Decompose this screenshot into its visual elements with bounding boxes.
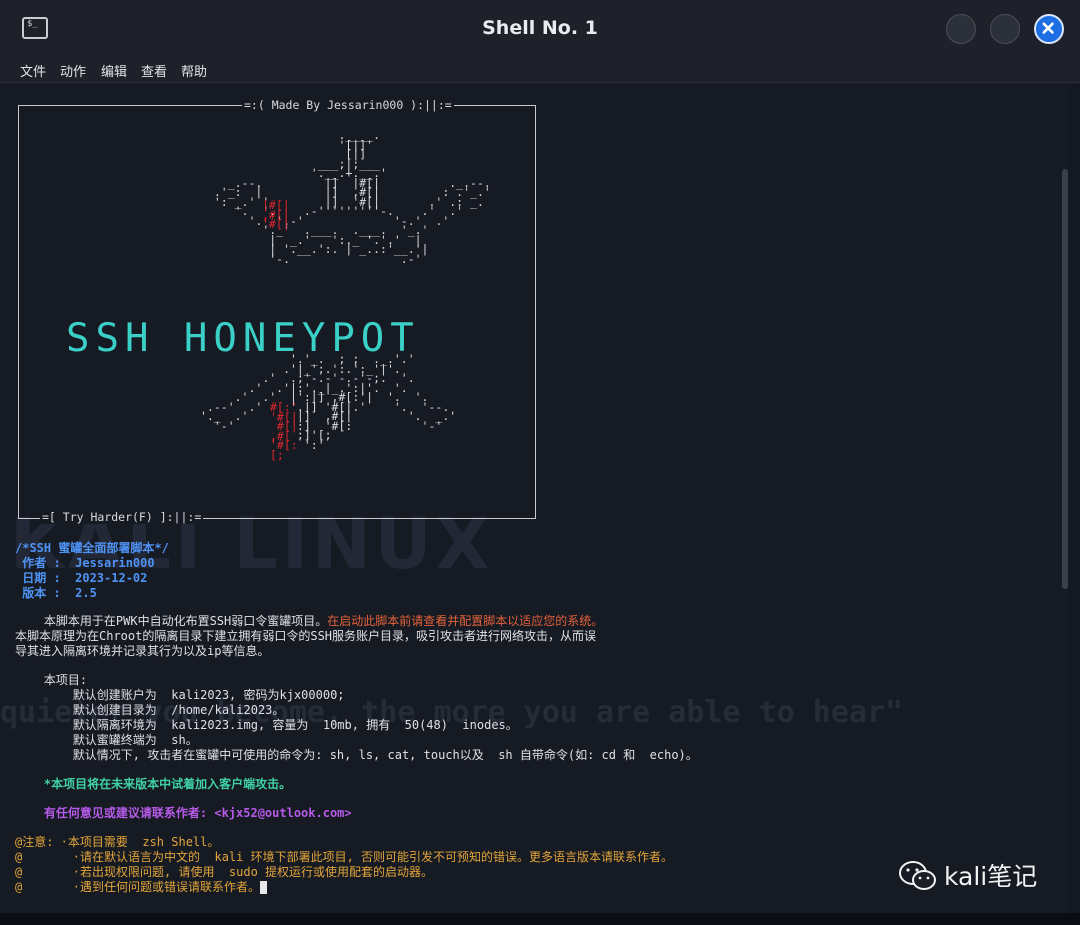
close-button[interactable] (1034, 14, 1064, 44)
project-item: 默认创建账户为 kali2023, 密码为kjx00000; (15, 688, 345, 702)
note-line: @ ·若出现权限问题, 请使用 sudo 提权运行或使用配套的启动器。 (15, 865, 434, 879)
desc-line-3: 导其进入隔离环境并记录其行为以及ip等信息。 (15, 644, 270, 658)
terminal-window: $_ Shell No. 1 文件 动作 编辑 查看 帮助 KALI LINUX… (0, 0, 1080, 925)
menu-edit[interactable]: 编辑 (101, 61, 127, 80)
date-line: 日期 : 2023-12-02 (15, 571, 148, 585)
watermark-text: kali笔记 (944, 862, 1038, 891)
window-title: Shell No. 1 (482, 17, 598, 39)
project-item: 默认情况下, 攻击者在蜜罐中可使用的命令为: sh, ls, cat, touc… (15, 748, 698, 762)
script-comment: /*SSH 蜜罐全面部署脚本*/ (15, 541, 169, 555)
maximize-button[interactable] (990, 14, 1020, 44)
contact-line: 有任何意见或建议请联系作者: <kjx52@outlook.com> (15, 806, 352, 820)
window-bottom-edge (0, 913, 1080, 925)
ascii-red-detail-2: #[:' '#[| #[| ,#[ '#[: [; (270, 400, 298, 462)
text-cursor (260, 881, 268, 894)
close-icon (1042, 22, 1054, 34)
terminal-output[interactable]: KALI LINUX quieter you become, the more … (0, 83, 1068, 913)
author-line: 作者 : Jessarin000 (15, 556, 155, 570)
project-item: 默认创建目录为 /home/kali2023。 (15, 703, 285, 717)
desc-line-2: 本脚本原理为在Chroot的隔离目录下建立拥有弱口令的SSH服务账户目录，吸引攻… (15, 629, 597, 643)
minimize-button[interactable] (946, 14, 976, 44)
project-item: 默认隔离环境为 kali2023.img, 容量为 10mb, 拥有 50(48… (15, 718, 518, 732)
note-line-last: @ ·遇到任何问题或错误请联系作者。 (15, 880, 268, 895)
menu-help[interactable]: 帮助 (181, 61, 207, 80)
title-bar: $_ Shell No. 1 (0, 0, 1080, 56)
desc-warning: 在启动此脚本前请查看并配置脚本以适应您的系统。 (327, 614, 604, 628)
version-line: 版本 : 2.5 (15, 586, 97, 600)
menu-action[interactable]: 动作 (60, 61, 86, 80)
ascii-red-detail: |#[| ,#[| '#[| (262, 198, 290, 231)
desc-line-1: 本脚本用于在PWK中自动化布置SSH弱口令蜜罐项目。在启动此脚本前请查看并配置脚… (15, 614, 603, 629)
menu-file[interactable]: 文件 (20, 61, 46, 80)
menu-bar: 文件 动作 编辑 查看 帮助 (0, 56, 1080, 83)
future-note: *本项目将在未来版本中试着加入客户端攻击。 (15, 777, 292, 791)
menu-view[interactable]: 查看 (141, 61, 167, 80)
desc-text: 本脚本用于在PWK中自动化布置SSH弱口令蜜罐项目。 (15, 614, 328, 628)
note-line: @注意: ·本项目需要 zsh Shell。 (15, 835, 220, 849)
project-item: 默认蜜罐终端为 sh。 (15, 733, 198, 747)
ascii-art: .____. '[|]' [|] ___;|;___ '.__.+.__.' _… (213, 128, 491, 266)
note-text: @ ·遇到任何问题或错误请联系作者。 (15, 880, 261, 894)
frame-top-label: =:( Made By Jessarin000 ):||:= (242, 98, 454, 112)
wechat-icon (899, 861, 936, 890)
project-heading: 本项目: (15, 673, 88, 687)
note-line: @ ·请在默认语言为中文的 kali 环境下部署此项目, 否则可能引发不可预知的… (15, 850, 674, 864)
frame-bottom-label: =[ Try Harder(F) ]:||:= (40, 510, 204, 524)
scrollbar[interactable] (1062, 169, 1068, 589)
